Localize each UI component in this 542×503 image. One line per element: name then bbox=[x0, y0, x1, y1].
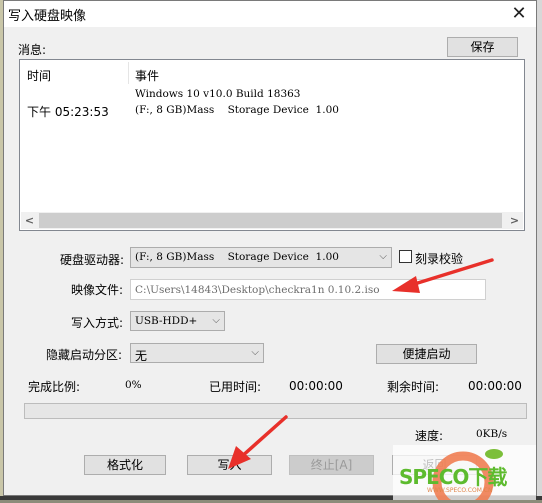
remaining-label: 剩余时间: bbox=[387, 380, 440, 394]
chevron-right-icon: > bbox=[509, 214, 520, 227]
write-mode-select[interactable]: USB-HDD+ ⌵ bbox=[130, 311, 225, 331]
horizontal-scrollbar[interactable]: < > bbox=[21, 212, 523, 229]
write-button[interactable]: 写入 bbox=[187, 455, 272, 475]
hidden-partition-value: 无 bbox=[135, 349, 148, 363]
verify-checkbox[interactable] bbox=[399, 250, 412, 263]
hidden-partition-label: 隐藏启动分区: bbox=[46, 348, 123, 362]
row-event: (F:, 8 GB)Mass Storage Device 1.00 bbox=[135, 104, 339, 116]
message-list[interactable]: 时间 事件 Windows 10 v10.0 Build 18363 下午 05… bbox=[19, 59, 525, 231]
chevron-left-icon: < bbox=[24, 214, 35, 227]
image-file-path: C:\Users\14843\Desktop\checkra1n 0.10.2.… bbox=[135, 284, 380, 296]
complete-value: 0% bbox=[125, 379, 142, 391]
scroll-left-button[interactable]: < bbox=[21, 212, 38, 229]
write-mode-value: USB-HDD+ bbox=[135, 315, 198, 327]
row-event: Windows 10 v10.0 Build 18363 bbox=[135, 88, 301, 100]
column-divider[interactable] bbox=[128, 62, 129, 84]
complete-label: 完成比例: bbox=[28, 380, 81, 394]
column-header-event[interactable]: 事件 bbox=[135, 67, 159, 84]
watermark: SPECO下载 WWW.SPECO.COM.CN bbox=[393, 445, 536, 503]
chevron-down-icon: ⌵ bbox=[251, 347, 259, 358]
write-disk-image-dialog: 写入硬盘映像 ✕ 消息: 保存 时间 事件 Windows 10 v10.0 B… bbox=[3, 0, 537, 496]
write-progress-bar bbox=[24, 403, 527, 419]
save-button[interactable]: 保存 bbox=[447, 37, 518, 57]
drive-select[interactable]: (F:, 8 GB)Mass Storage Device 1.00 ⌵ bbox=[130, 247, 392, 268]
column-header-time[interactable]: 时间 bbox=[27, 67, 51, 84]
watermark-brand: SPECO下载 bbox=[399, 465, 507, 489]
close-button[interactable]: ✕ bbox=[508, 3, 530, 25]
hidden-partition-select[interactable]: 无 ⌵ bbox=[130, 343, 264, 363]
drive-select-value: (F:, 8 GB)Mass Storage Device 1.00 bbox=[135, 251, 339, 263]
elapsed-value: 00:00:00 bbox=[289, 379, 343, 393]
abort-button[interactable]: 终止[A] bbox=[289, 455, 374, 475]
scrollbar-thumb[interactable] bbox=[39, 213, 502, 228]
drive-label: 硬盘驱动器: bbox=[60, 253, 125, 267]
image-file-label: 映像文件: bbox=[71, 283, 124, 297]
elapsed-label: 已用时间: bbox=[209, 380, 262, 394]
close-icon: ✕ bbox=[511, 3, 527, 24]
quick-boot-button[interactable]: 便捷启动 bbox=[376, 344, 477, 364]
scroll-right-button[interactable]: > bbox=[506, 212, 523, 229]
remaining-value: 00:00:00 bbox=[468, 379, 522, 393]
background-window-right bbox=[537, 0, 542, 500]
verify-label[interactable]: 刻录校验 bbox=[415, 250, 463, 267]
chevron-down-icon: ⌵ bbox=[379, 251, 387, 262]
write-mode-label: 写入方式: bbox=[71, 316, 124, 330]
speed-value: 0KB/s bbox=[476, 428, 508, 440]
watermark-url: WWW.SPECO.COM.CN bbox=[427, 487, 493, 494]
messages-label: 消息: bbox=[18, 43, 47, 57]
speed-label: 速度: bbox=[415, 429, 444, 443]
title-bar[interactable]: 写入硬盘映像 ✕ bbox=[4, 1, 536, 27]
image-file-input[interactable]: C:\Users\14843\Desktop\checkra1n 0.10.2.… bbox=[130, 279, 486, 300]
dialog-title: 写入硬盘映像 bbox=[8, 9, 87, 24]
format-button[interactable]: 格式化 bbox=[84, 455, 166, 475]
chevron-down-icon: ⌵ bbox=[212, 315, 220, 326]
row-time: 下午 05:23:53 bbox=[27, 105, 109, 119]
